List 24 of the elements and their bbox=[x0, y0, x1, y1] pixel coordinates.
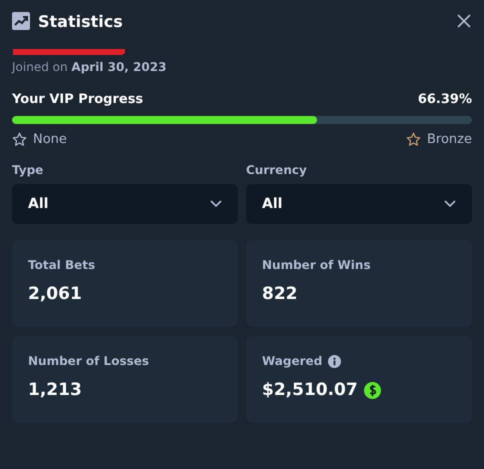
stat-value: 2,061 bbox=[28, 284, 82, 304]
close-button[interactable] bbox=[456, 13, 472, 29]
panel-title: Statistics bbox=[38, 12, 124, 30]
rank-name: Bronze bbox=[427, 132, 472, 147]
rank-name: None bbox=[33, 132, 67, 147]
dollar-coin-icon bbox=[364, 382, 381, 398]
info-icon bbox=[328, 354, 342, 368]
join-date: Joined on April 30, 2023 bbox=[12, 60, 168, 74]
chevron-down-icon bbox=[210, 200, 222, 208]
vip-progress-percent: 66.39% bbox=[418, 92, 472, 107]
chevron-down-icon bbox=[444, 200, 456, 208]
stat-label: Number of Wins bbox=[262, 258, 371, 272]
vip-progress-label: Your VIP Progress bbox=[12, 92, 144, 107]
stat-value: 822 bbox=[262, 284, 298, 304]
filter-dropdown[interactable]: All bbox=[246, 184, 472, 224]
stat-label: Wagered bbox=[262, 354, 322, 368]
filter-label: Type bbox=[12, 163, 44, 177]
stat-value: $2,510.07 bbox=[262, 380, 358, 400]
trend-chart-icon bbox=[12, 12, 30, 30]
stat-label: Number of Losses bbox=[28, 354, 150, 368]
filter-label: Currency bbox=[246, 163, 308, 177]
stat-value: 1,213 bbox=[28, 380, 82, 400]
stat-label: Total Bets bbox=[28, 258, 96, 272]
filter-dropdown[interactable]: All bbox=[12, 184, 238, 224]
